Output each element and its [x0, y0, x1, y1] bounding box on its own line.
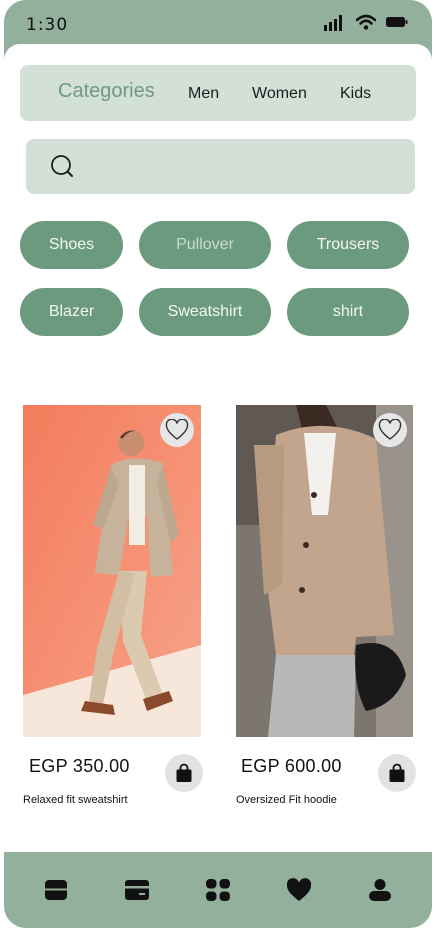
- battery-icon: [386, 17, 408, 27]
- favorite-button[interactable]: [373, 413, 407, 447]
- product-photo-illustration: [236, 405, 413, 737]
- phone-frame: 1:30 Categories Men Women Kids Shoes Pul…: [4, 0, 432, 928]
- status-icons: [324, 13, 408, 31]
- favorite-button[interactable]: [160, 413, 194, 447]
- product-name[interactable]: Oversized Fit hoodie: [236, 794, 337, 806]
- bottom-navigation: [4, 852, 432, 928]
- heart-icon: [286, 878, 311, 901]
- tab-kids[interactable]: Kids: [340, 85, 371, 103]
- status-bar: 1:30: [4, 0, 432, 44]
- tab-women[interactable]: Women: [252, 85, 307, 103]
- nav-favorites[interactable]: [279, 870, 319, 910]
- product-price: EGP 600.00: [241, 756, 342, 776]
- chip-sweatshirt[interactable]: Sweatshirt: [139, 288, 271, 336]
- nav-categories[interactable]: [198, 870, 238, 910]
- product-photo-illustration: [23, 405, 201, 737]
- nav-profile[interactable]: [360, 870, 400, 910]
- profile-icon: [368, 879, 391, 901]
- heart-outline-icon: [165, 419, 189, 440]
- signal-icon: [324, 15, 342, 31]
- shopping-bag-icon: [176, 763, 192, 782]
- product-image[interactable]: [23, 405, 201, 737]
- add-to-cart-button[interactable]: [165, 754, 203, 792]
- nav-card[interactable]: [117, 870, 157, 910]
- shopping-bag-icon: [389, 763, 405, 782]
- search-input[interactable]: [26, 139, 415, 194]
- chip-shoes[interactable]: Shoes: [20, 221, 123, 269]
- search-icon: [51, 155, 73, 177]
- home-icon: [45, 880, 68, 900]
- chip-trousers[interactable]: Trousers: [287, 221, 409, 269]
- chip-pullover[interactable]: Pullover: [139, 221, 271, 269]
- chip-shirt[interactable]: shirt: [287, 288, 409, 336]
- chip-blazer[interactable]: Blazer: [20, 288, 123, 336]
- categories-icon: [205, 879, 230, 901]
- product-card[interactable]: EGP 350.00 Relaxed fit sweatshirt: [23, 405, 203, 815]
- heart-outline-icon: [378, 419, 402, 440]
- category-bar: Categories Men Women Kids: [20, 65, 416, 121]
- nav-home[interactable]: [36, 870, 76, 910]
- card-icon: [125, 880, 150, 900]
- product-card[interactable]: EGP 600.00 Oversized Fit hoodie: [236, 405, 416, 815]
- tab-categories[interactable]: Categories: [58, 80, 155, 103]
- main-screen: Categories Men Women Kids Shoes Pullover…: [4, 44, 432, 852]
- tab-men[interactable]: Men: [188, 85, 219, 103]
- product-name[interactable]: Relaxed fit sweatshirt: [23, 794, 128, 806]
- add-to-cart-button[interactable]: [378, 754, 416, 792]
- status-time: 1:30: [26, 15, 69, 35]
- wifi-icon: [356, 14, 376, 30]
- product-image[interactable]: [236, 405, 413, 737]
- product-price: EGP 350.00: [29, 756, 130, 776]
